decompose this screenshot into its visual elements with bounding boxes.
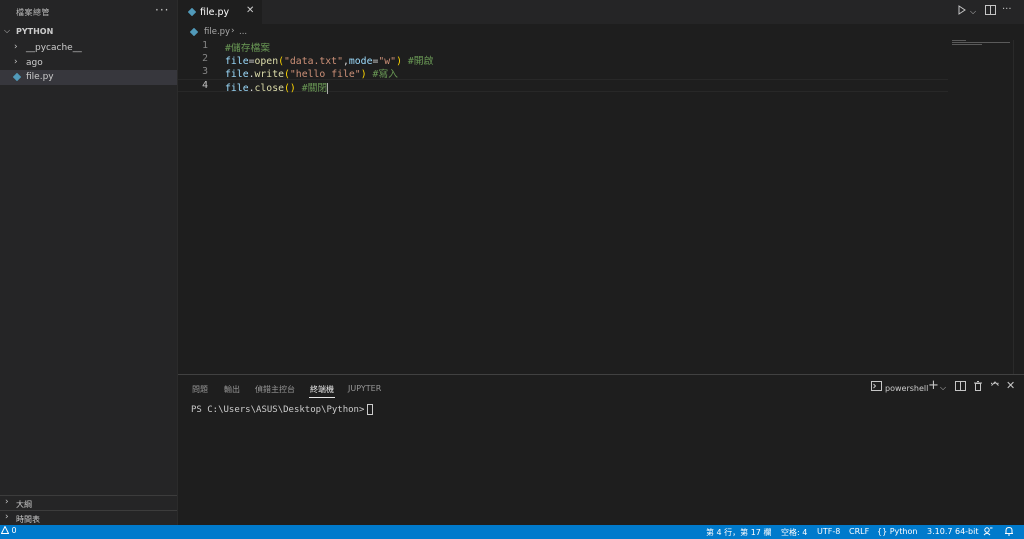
outline-label: 大綱 (16, 500, 32, 509)
python-file-icon (190, 28, 198, 36)
cursor-position[interactable]: 第 4 行，第 17 欄 (706, 527, 771, 538)
code-editor[interactable]: 1 #儲存檔案 2 file=open("data.txt",mode="w")… (178, 40, 1013, 374)
language-label: Python (889, 527, 918, 536)
split-editor-icon[interactable] (985, 5, 996, 18)
breadcrumb: file.py › ... (178, 24, 1024, 40)
more-actions-icon[interactable]: ··· (155, 3, 169, 17)
tab-problems[interactable]: 問題 (192, 384, 208, 395)
tree-item-label: ago (26, 58, 43, 68)
warning-icon (0, 525, 10, 534)
close-icon[interactable]: ✕ (246, 5, 254, 16)
breadcrumb-symbols[interactable]: ... (239, 27, 247, 37)
code-line[interactable]: 1 #儲存檔案 (178, 40, 948, 54)
tab-terminal[interactable]: 終端機 (309, 384, 335, 398)
python-file-icon (188, 8, 196, 16)
encoding[interactable]: UTF-8 (817, 527, 840, 536)
tree-item-pycache[interactable]: › __pycache__ (0, 41, 177, 56)
feedback-icon[interactable] (983, 526, 993, 538)
explorer-title: 檔案總管 (16, 8, 50, 17)
breadcrumb-file[interactable]: file.py (204, 27, 230, 37)
indentation[interactable]: 空格: 4 (781, 527, 807, 538)
terminal-name[interactable]: powershell (885, 384, 928, 393)
line-ending[interactable]: CRLF (849, 527, 869, 536)
editor-scrollbar[interactable] (1013, 40, 1024, 374)
code-line[interactable]: 3 file.write("hello file") #寫入 (178, 66, 948, 80)
tab-debug-console[interactable]: 偵錯主控台 (255, 384, 295, 395)
tree-item-ago[interactable]: › ago (0, 56, 177, 71)
maximize-panel-icon[interactable] (990, 379, 1000, 392)
add-terminal-icon[interactable]: + (928, 378, 939, 393)
line-number: 2 (202, 53, 208, 64)
chevron-down-icon[interactable]: ⌵ (940, 383, 946, 393)
bottom-panel: 問題 輸出 偵錯主控台 終端機 JUPYTER powershell + ⌵ ·… (178, 374, 1024, 525)
chevron-right-icon: › (5, 512, 9, 522)
split-terminal-icon[interactable] (955, 381, 966, 394)
chevron-right-icon: › (14, 57, 18, 67)
tree-item-file-py[interactable]: file.py (0, 70, 177, 85)
timeline-label: 時間表 (16, 515, 40, 524)
terminal-cursor (367, 404, 374, 415)
terminal-output[interactable]: PS C:\Users\ASUS\Desktop\Python> (191, 404, 374, 415)
explorer-sidebar: 檔案總管 ··· ⌵ PYTHON › __pycache__ › ago fi… (0, 0, 178, 525)
editor-tab-bar: file.py ✕ ⌵ ··· (178, 0, 1024, 24)
breadcrumb-separator-icon: › (231, 26, 235, 36)
outline-section[interactable]: › 大綱 (0, 495, 177, 510)
tab-output[interactable]: 輸出 (224, 384, 240, 395)
code-line-current[interactable]: 4 file.close() #關閉 (178, 79, 948, 94)
minimap[interactable] (952, 40, 1014, 46)
chevron-right-icon: › (5, 497, 9, 507)
tree-item-label: file.py (26, 72, 54, 82)
problems-count: 0 (11, 526, 17, 535)
line-number: 4 (202, 80, 208, 91)
chevron-right-icon: › (14, 42, 18, 52)
tree-item-label: __pycache__ (26, 43, 82, 53)
workspace-folder-label: PYTHON (16, 27, 54, 36)
tab-file-py[interactable]: file.py ✕ (178, 0, 262, 24)
tab-jupyter[interactable]: JUPYTER (348, 384, 381, 393)
tab-label: file.py (200, 7, 230, 18)
bell-icon[interactable] (1004, 526, 1014, 538)
python-file-icon (13, 73, 21, 81)
line-number: 3 (202, 66, 208, 77)
terminal-icon (871, 381, 882, 394)
timeline-section[interactable]: › 時間表 (0, 510, 177, 525)
chevron-down-icon[interactable]: ⌵ (970, 7, 976, 17)
text-cursor (327, 82, 329, 94)
line-number: 1 (202, 40, 208, 51)
python-interpreter[interactable]: 3.10.7 64-bit (927, 527, 979, 536)
code-comment: #關閉 (295, 83, 328, 94)
trash-icon[interactable] (973, 381, 983, 394)
code-function: close (254, 83, 285, 94)
braces-icon: {} (877, 527, 888, 536)
more-actions-icon[interactable]: ··· (1002, 4, 1012, 15)
code-line[interactable]: 2 file=open("data.txt",mode="w") #開啟 (178, 53, 948, 67)
chevron-down-icon: ⌵ (4, 26, 11, 35)
language-mode[interactable]: {} Python (877, 527, 917, 536)
workspace-folder-header[interactable]: ⌵ PYTHON (0, 26, 177, 40)
problems-status[interactable]: 0 (0, 525, 17, 535)
status-bar: 0 第 4 行，第 17 欄 空格: 4 UTF-8 CRLF {} Pytho… (0, 525, 1024, 539)
close-icon[interactable]: ✕ (1006, 379, 1015, 392)
run-icon[interactable] (957, 5, 967, 18)
code-variable: file (225, 83, 249, 94)
terminal-prompt: PS C:\Users\ASUS\Desktop\Python> (191, 405, 365, 415)
